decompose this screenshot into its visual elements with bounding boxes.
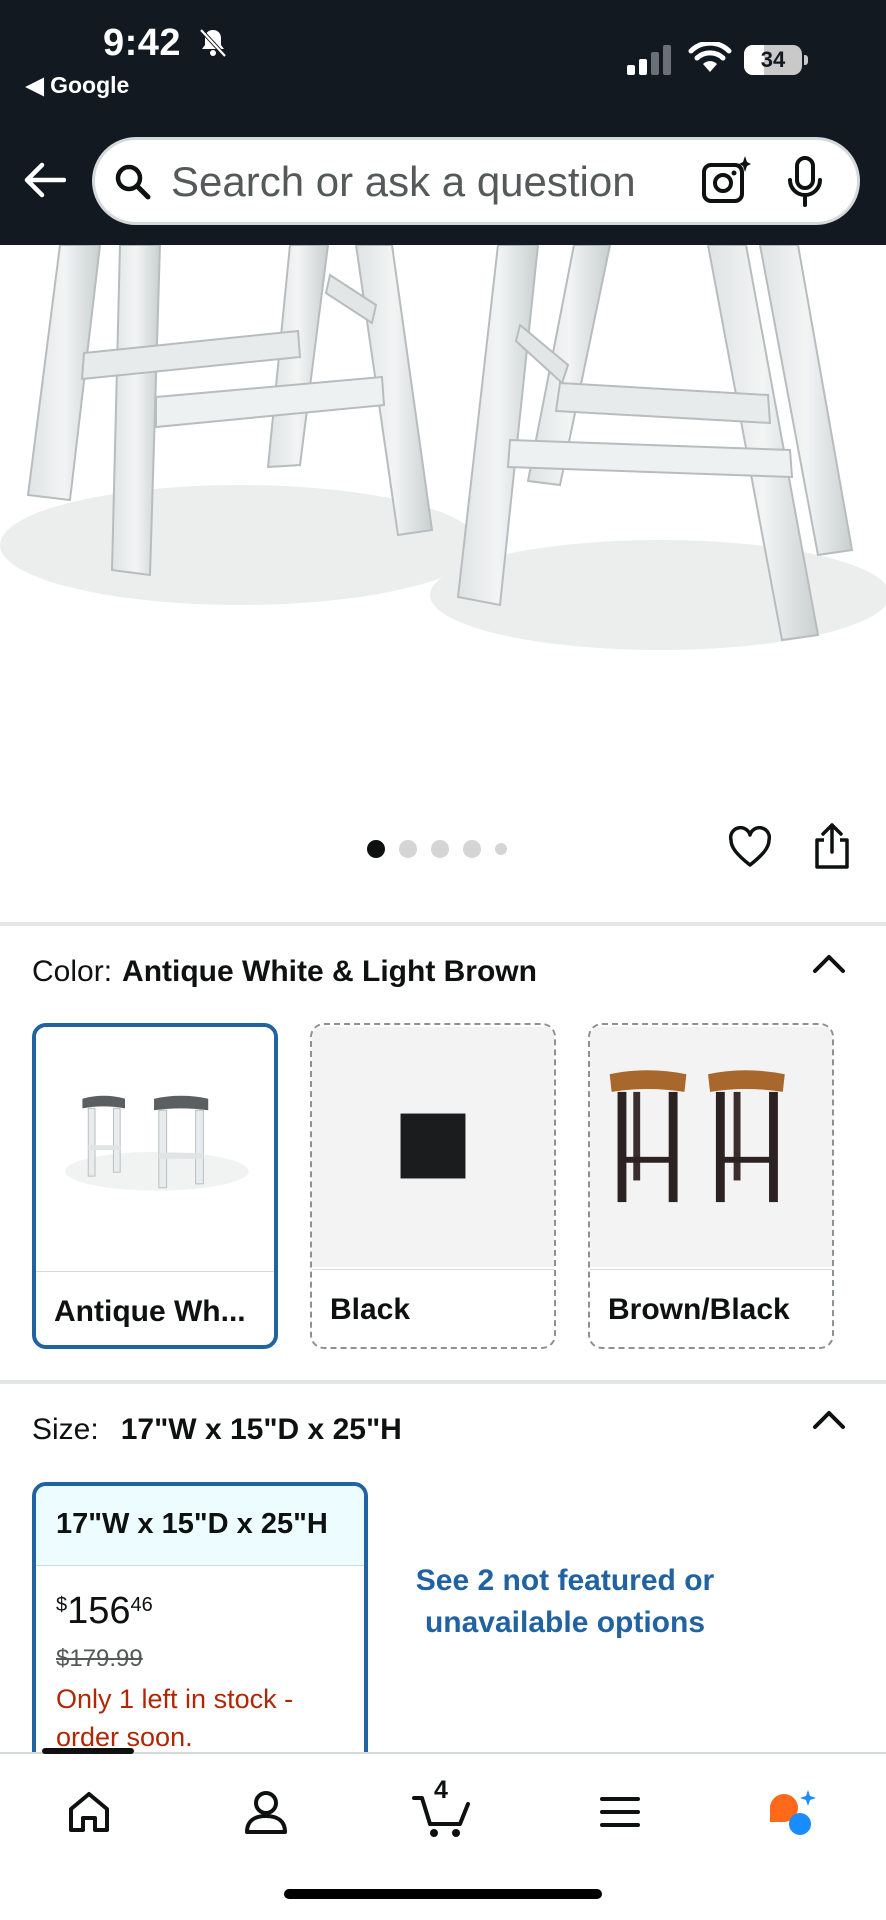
- cellular-signal-icon: [627, 45, 671, 75]
- pagination-dot[interactable]: [367, 840, 385, 858]
- microphone-icon[interactable]: [785, 156, 825, 208]
- see-unavailable-options-link[interactable]: See 2 not featured or unavailable option…: [400, 1560, 730, 1644]
- rufus-tab[interactable]: [764, 1782, 824, 1842]
- home-tab[interactable]: [59, 1782, 119, 1842]
- status-time: 9:42: [103, 22, 182, 64]
- top-bar: 9:42 ◀ Google 34: [0, 0, 886, 245]
- price-whole: 156: [67, 1590, 131, 1632]
- price: $15646: [56, 1590, 153, 1633]
- chevron-up-icon[interactable]: [812, 1408, 846, 1430]
- color-option-antique-white[interactable]: Antique Wh...: [32, 1023, 278, 1349]
- account-tab[interactable]: [236, 1782, 296, 1842]
- back-to-google-link[interactable]: ◀ Google: [26, 72, 129, 99]
- pagination-dot[interactable]: [463, 840, 481, 858]
- section-divider: [0, 1380, 886, 1384]
- chevron-up-icon[interactable]: [812, 952, 846, 974]
- color-option-brown-black[interactable]: Brown/Black: [588, 1023, 834, 1349]
- size-heading: Size: 17"W x 15"D x 25"H: [32, 1413, 402, 1447]
- price-fraction: 46: [130, 1594, 153, 1616]
- home-indicator: [284, 1889, 602, 1899]
- price-symbol: $: [56, 1594, 68, 1616]
- size-label: Size:: [32, 1413, 99, 1446]
- home-icon: [69, 1792, 109, 1832]
- cart-tab[interactable]: 4: [412, 1776, 472, 1842]
- list-price: $179.99: [56, 1645, 143, 1672]
- battery-indicator: 34: [744, 45, 808, 75]
- bar-stools-illustration: [0, 245, 886, 650]
- share-icon[interactable]: [812, 822, 852, 870]
- size-option-header: 17"W x 15"D x 25"H: [36, 1486, 364, 1566]
- product-image[interactable]: [0, 245, 886, 805]
- menu-icon: [600, 1797, 640, 1827]
- color-option-black[interactable]: Black: [310, 1023, 556, 1349]
- account-icon: [245, 1791, 287, 1834]
- color-label: Color:: [32, 955, 113, 988]
- section-divider: [0, 922, 886, 926]
- cart-count-badge: 4: [434, 1776, 448, 1804]
- battery-percent: 34: [760, 47, 786, 72]
- image-pagination[interactable]: [367, 838, 507, 860]
- search-input[interactable]: [171, 154, 651, 210]
- color-heading: Color: Antique White & Light Brown: [32, 955, 537, 989]
- menu-tab[interactable]: [590, 1782, 650, 1842]
- swatch-image: [590, 1026, 832, 1268]
- selected-size: 17"W x 15"D x 25"H: [120, 1413, 402, 1446]
- swatch-label: Black: [330, 1293, 411, 1326]
- rufus-assistant-icon: [770, 1790, 816, 1835]
- heart-icon[interactable]: [728, 826, 772, 870]
- active-tab-indicator: [42, 1748, 134, 1754]
- swatch-image: [36, 1030, 274, 1268]
- search-bar[interactable]: [92, 137, 860, 225]
- swatch-label: Antique Wh...: [54, 1295, 246, 1328]
- swatch-label: Brown/Black: [608, 1293, 790, 1326]
- swatch-image: [312, 1026, 554, 1268]
- pagination-dot[interactable]: [431, 840, 449, 858]
- stock-message: Only 1 left in stock - order soon.: [56, 1684, 294, 1752]
- pagination-dot[interactable]: [399, 840, 417, 858]
- bell-slash-icon: [199, 28, 227, 58]
- camera-search-icon[interactable]: [701, 156, 751, 206]
- pagination-dot[interactable]: [495, 843, 507, 855]
- size-option-card[interactable]: 17"W x 15"D x 25"H $15646 $179.99 Only 1…: [32, 1482, 368, 1782]
- search-icon: [115, 164, 151, 200]
- selected-color: Antique White & Light Brown: [122, 955, 537, 988]
- size-option-title: 17"W x 15"D x 25"H: [56, 1508, 328, 1540]
- wifi-icon: [688, 42, 732, 72]
- back-arrow-icon[interactable]: [22, 160, 66, 200]
